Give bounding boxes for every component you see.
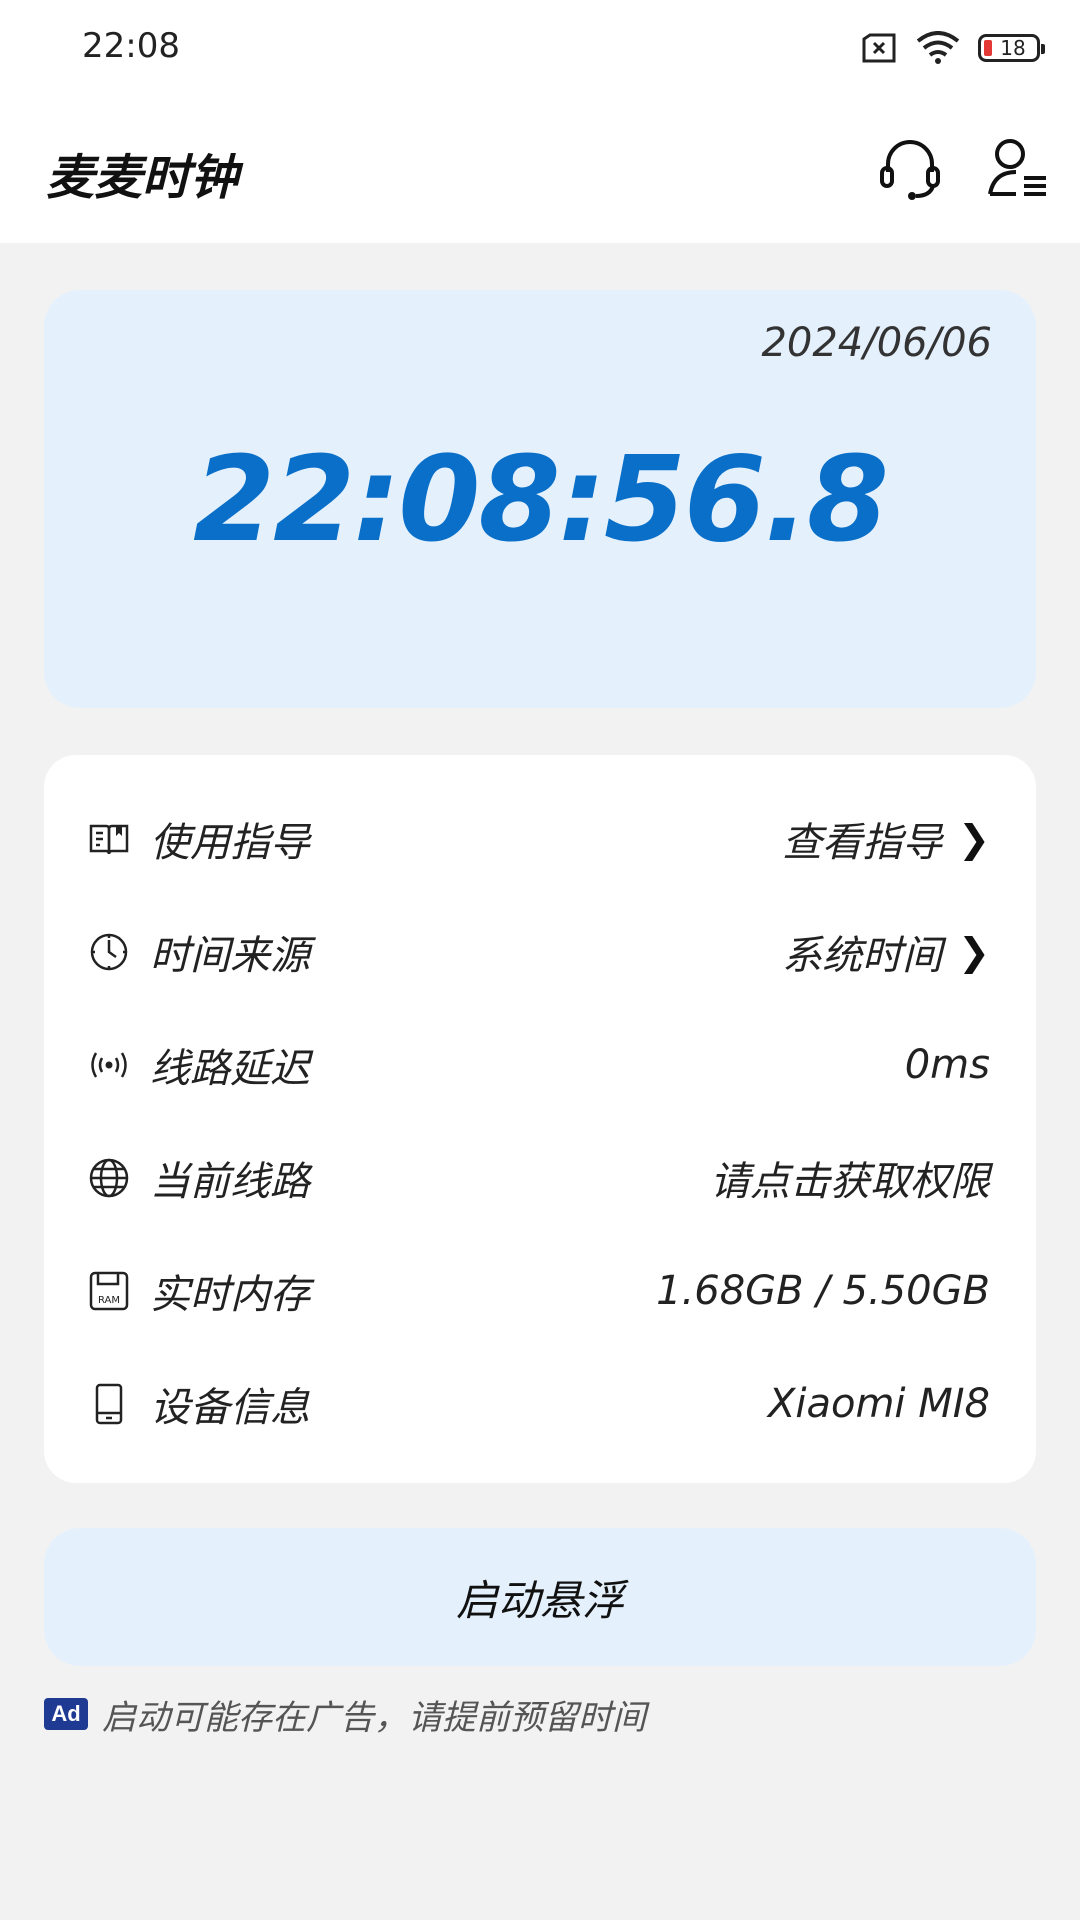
signal-icon	[91, 1051, 127, 1078]
row-label: 线路延迟	[150, 1045, 310, 1092]
row-value-wrap: 查看指导 ❯	[782, 810, 990, 868]
row-label: 时间来源	[150, 932, 310, 979]
row-value-wrap: 0ms	[905, 1042, 990, 1088]
row-value-wrap: Xiaomi MI8	[768, 1381, 990, 1427]
battery-level: 18	[1000, 36, 1026, 60]
clock-time: 22:08:56.8	[193, 430, 889, 568]
row-line-latency: 线路延迟 0ms	[44, 1008, 1036, 1121]
ram-icon: RAM	[89, 1271, 129, 1310]
row-value-wrap: 请点击获取权限	[710, 1149, 990, 1207]
row-current-line[interactable]: 当前线路 请点击获取权限	[44, 1121, 1036, 1234]
wifi-icon	[916, 31, 960, 64]
ad-note: Ad 启动可能存在广告，请提前预留时间	[44, 1692, 646, 1738]
headset-icon[interactable]	[876, 134, 944, 202]
chevron-right-icon: ❯	[958, 929, 990, 974]
info-card: 使用指导 查看指导 ❯ 时间来源 系统时间 ❯ 线路延迟 0ms 当前线路 请点…	[44, 755, 1036, 1483]
chevron-right-icon: ❯	[958, 816, 990, 861]
profile-menu-icon[interactable]	[986, 134, 1054, 202]
top-bar: 22:08 18 麦麦时钟	[0, 0, 1080, 243]
clock-icon	[90, 933, 128, 970]
status-icons: 18	[860, 28, 1045, 68]
clock-card: 2024/06/06 22:08:56.8	[44, 290, 1036, 708]
clock-date: 2024/06/06	[761, 320, 992, 366]
row-device-info: 设备信息 Xiaomi MI8	[44, 1347, 1036, 1460]
row-label: 当前线路	[150, 1158, 310, 1205]
globe-icon	[89, 1158, 129, 1197]
row-value-wrap: 系统时间 ❯	[782, 923, 990, 981]
row-label: 使用指导	[150, 819, 310, 866]
row-time-source[interactable]: 时间来源 系统时间 ❯	[44, 895, 1036, 1008]
row-label: 实时内存	[150, 1271, 310, 1318]
ad-badge: Ad	[44, 1698, 88, 1730]
sim-missing-icon	[862, 33, 896, 63]
row-value: 请点击获取权限	[710, 1158, 990, 1205]
battery-low-icon: 18	[978, 34, 1045, 62]
phone-icon	[95, 1383, 123, 1424]
row-value: 系统时间	[782, 932, 943, 979]
app-title: 麦麦时钟	[46, 150, 239, 206]
row-usage-guide[interactable]: 使用指导 查看指导 ❯	[44, 782, 1036, 895]
row-label: 设备信息	[150, 1384, 310, 1431]
ad-note-text: 启动可能存在广告，请提前预留时间	[102, 1697, 646, 1738]
launch-float-button[interactable]: 启动悬浮	[44, 1528, 1036, 1666]
row-value-wrap: 1.68GB / 5.50GB	[656, 1268, 990, 1314]
row-value: 1.68GB / 5.50GB	[656, 1267, 990, 1314]
row-value: Xiaomi MI8	[767, 1380, 990, 1427]
row-value: 0ms	[904, 1041, 990, 1088]
book-icon	[89, 824, 129, 854]
svg-text:RAM: RAM	[98, 1295, 120, 1306]
row-value: 查看指导	[782, 819, 943, 866]
row-realtime-memory: RAM 实时内存 1.68GB / 5.50GB	[44, 1234, 1036, 1347]
status-time: 22:08	[82, 26, 180, 66]
